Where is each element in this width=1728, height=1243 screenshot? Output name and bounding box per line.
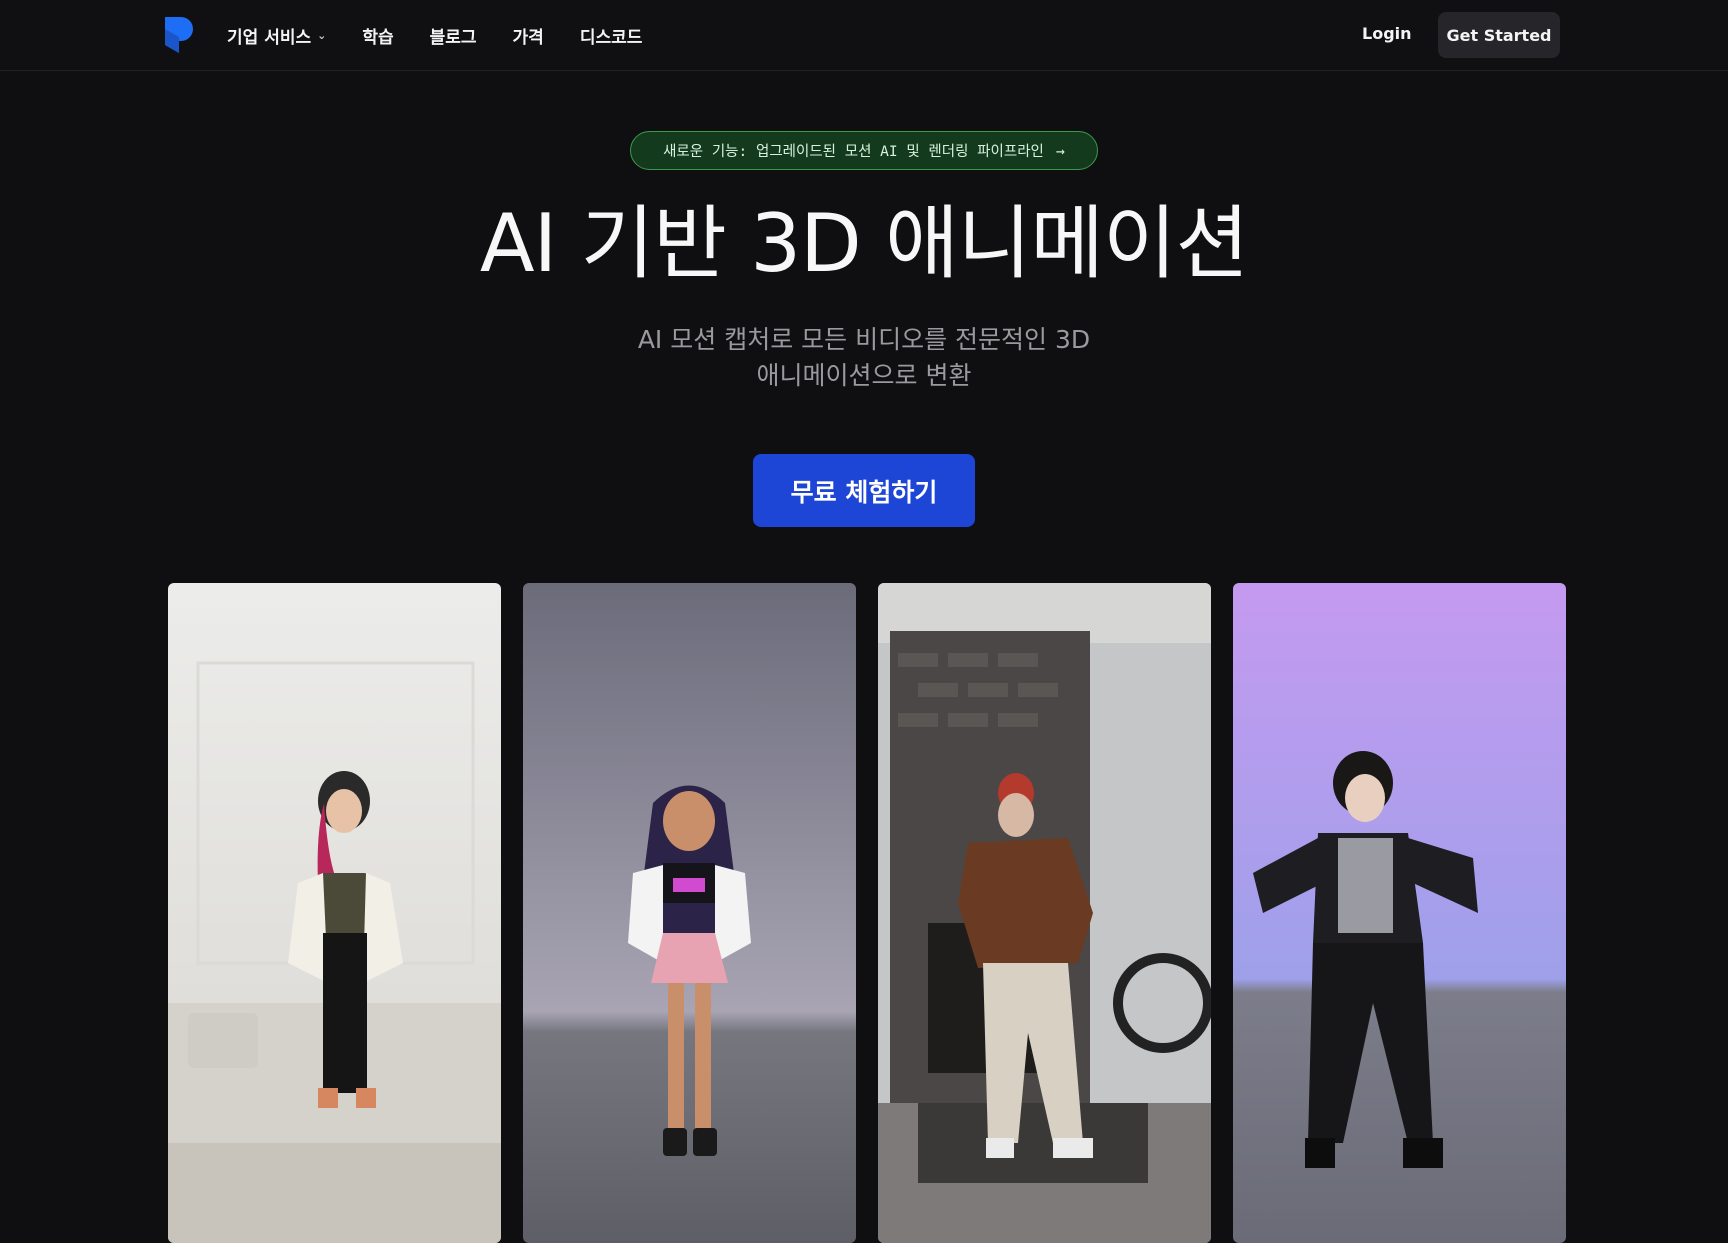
- get-started-button[interactable]: Get Started: [1438, 12, 1560, 58]
- announcement-text: 새로운 기능: 업그레이드된 모션 AI 및 렌더링 파이프라인: [663, 144, 1044, 160]
- nav-item-discord[interactable]: 디스코드: [580, 23, 643, 48]
- free-trial-button[interactable]: 무료 체험하기: [753, 454, 975, 527]
- arrow-right-icon: →: [1055, 141, 1065, 160]
- nav-item-learn[interactable]: 학습: [362, 23, 393, 48]
- brand-logo-icon[interactable]: [163, 15, 195, 55]
- anime-boy-image: [1233, 583, 1566, 1243]
- video-card-woman[interactable]: [168, 583, 501, 1243]
- announcement-pill[interactable]: 새로운 기능: 업그레이드된 모션 AI 및 렌더링 파이프라인 →: [630, 131, 1098, 170]
- top-navbar: 기업 서비스 ⌄ 학습 블로그 가격 디스코드 Login Get Starte…: [0, 0, 1728, 71]
- nav-item-label: 가격: [512, 28, 544, 48]
- nav-item-label: 블로그: [429, 28, 477, 48]
- man-dancing-image: [878, 583, 1211, 1243]
- demo-gallery: [0, 583, 1728, 1243]
- hero-subtitle: AI 모션 캡처로 모든 비디오를 전문적인 3D 애니메이션으로 변환: [564, 322, 1164, 394]
- nav-item-label: 학습: [362, 28, 394, 48]
- woman-dancing-image: [168, 583, 501, 1243]
- nav-item-label: 기업 서비스: [227, 28, 312, 48]
- hero-title: AI 기반 3D 애니메이션: [479, 197, 1249, 290]
- avatar-card-boy[interactable]: [1233, 583, 1566, 1243]
- anime-girl-image: [523, 583, 856, 1243]
- video-card-man[interactable]: [878, 583, 1211, 1243]
- nav-item-blog[interactable]: 블로그: [430, 23, 477, 48]
- nav-item-label: 디스코드: [579, 28, 643, 48]
- nav-item-enterprise[interactable]: 기업 서비스 ⌄: [227, 23, 326, 48]
- chevron-down-icon: ⌄: [317, 29, 327, 42]
- avatar-card-girl[interactable]: [523, 583, 856, 1243]
- main-nav: 기업 서비스 ⌄ 학습 블로그 가격 디스코드: [227, 0, 678, 71]
- login-link[interactable]: Login: [1362, 24, 1412, 43]
- hero-subtitle-line: 애니메이션으로 변환: [756, 361, 972, 390]
- nav-item-pricing[interactable]: 가격: [513, 23, 544, 48]
- hero-subtitle-line: AI 모션 캡처로 모든 비디오를 전문적인 3D: [637, 325, 1091, 354]
